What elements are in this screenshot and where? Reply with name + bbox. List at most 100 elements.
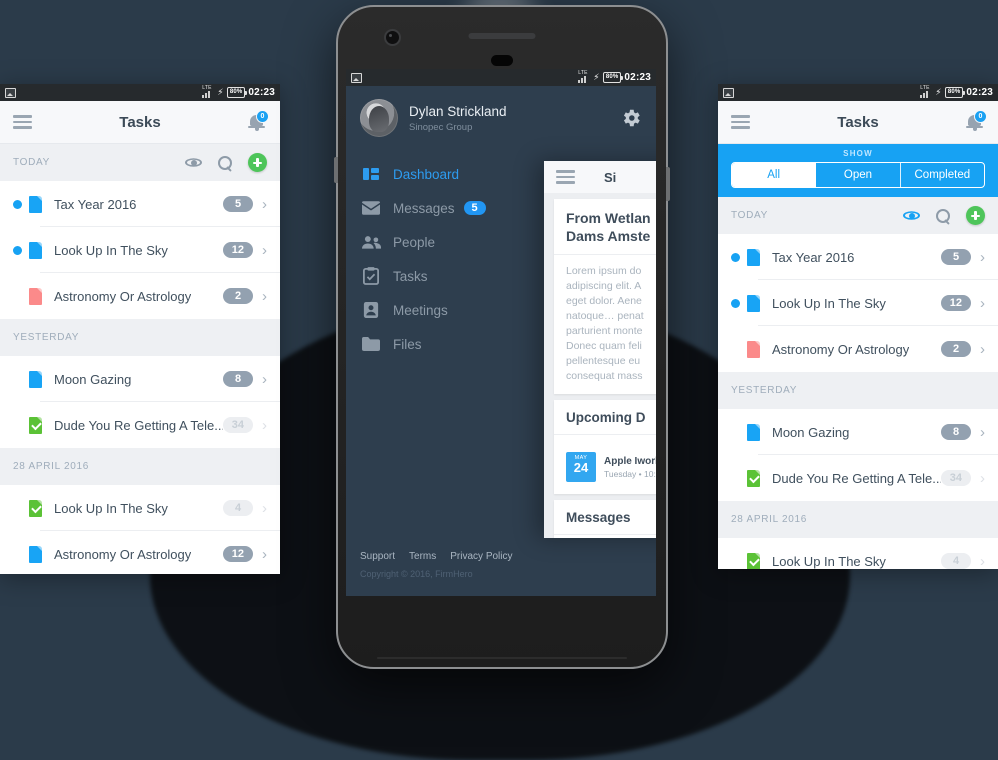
chevron-right-icon[interactable]: ›: [980, 425, 985, 440]
chevron-right-icon[interactable]: ›: [980, 342, 985, 357]
task-count-badge: 2: [941, 341, 971, 357]
task-row[interactable]: Dude You Re Getting A Tele... 34 ›: [718, 455, 998, 501]
chevron-right-icon[interactable]: ›: [262, 501, 267, 516]
chevron-right-icon[interactable]: ›: [262, 243, 267, 258]
task-status-icon-blue: [29, 545, 42, 563]
show-label: SHOW: [843, 149, 873, 158]
task-status-icon-blue: [747, 294, 760, 312]
volume-button[interactable]: [334, 157, 338, 183]
footer-link-terms[interactable]: Terms: [409, 551, 436, 562]
task-count-badge: 8: [223, 371, 253, 387]
search-icon[interactable]: [218, 155, 232, 170]
messages-card[interactable]: Messages Mark Rivers Life Advice L: [554, 500, 656, 538]
date-chip: MAY 24: [566, 452, 596, 482]
chevron-right-icon[interactable]: ›: [980, 250, 985, 265]
chevron-right-icon[interactable]: ›: [262, 372, 267, 387]
add-icon[interactable]: [966, 206, 985, 225]
upcoming-card[interactable]: Upcoming D MAY 24 Apple Iwork Tuesday • …: [554, 400, 656, 494]
task-name: Astronomy Or Astrology: [54, 288, 192, 304]
task-row[interactable]: Dude You Re Getting A Tele... 34 ›: [0, 402, 280, 448]
task-status-icon-blue: [747, 248, 760, 266]
task-count-badge: 34: [222, 417, 253, 433]
nav-item-label: Messages: [393, 200, 455, 216]
task-row[interactable]: Moon Gazing 8 ›: [0, 356, 280, 402]
task-row[interactable]: Moon Gazing 8 ›: [718, 409, 998, 455]
status-left-group: [351, 72, 362, 83]
bell-icon[interactable]: 0: [965, 110, 987, 133]
unread-dot: [13, 421, 22, 430]
task-row[interactable]: Look Up In The Sky 4 ›: [0, 485, 280, 531]
task-status-icon-complete: [29, 416, 42, 434]
divider: [554, 254, 656, 255]
filter-option-open[interactable]: Open: [816, 163, 901, 187]
eye-icon[interactable]: [903, 210, 920, 221]
unread-dot: [731, 345, 740, 354]
task-meta: 12 ›: [222, 242, 267, 258]
task-row[interactable]: Tax Year 2016 5 ›: [718, 234, 998, 280]
chevron-right-icon[interactable]: ›: [980, 296, 985, 311]
task-status-icon-blue: [29, 370, 42, 388]
power-button[interactable]: [666, 167, 670, 201]
right-screen-panel: LTE ⚡ 80% 02:23 Tasks 0 SHOW All Open Comp…: [718, 84, 998, 569]
task-row[interactable]: Astronomy Or Astrology 2 ›: [0, 273, 280, 319]
task-count-badge: 4: [941, 553, 971, 569]
status-right-group: LTE ⚡ 80% 02:23: [202, 86, 275, 98]
chevron-right-icon[interactable]: ›: [262, 289, 267, 304]
status-left-group: [723, 87, 734, 98]
task-name: Dude You Re Getting A Tele...: [54, 417, 223, 433]
event-row[interactable]: MAY 24 Apple Iwork Tuesday • 10:: [566, 444, 656, 484]
add-icon[interactable]: [248, 153, 267, 172]
filter-segmented-control[interactable]: All Open Completed: [731, 162, 985, 188]
chevron-right-icon[interactable]: ›: [980, 554, 985, 569]
earpiece-speaker: [468, 33, 536, 39]
battery-level: 80%: [944, 87, 965, 98]
footer-link-privacy-policy[interactable]: Privacy Policy: [450, 551, 512, 562]
task-count-badge: 34: [940, 470, 971, 486]
task-list: Moon Gazing 8 › Dude You Re Getting A Tele.…: [718, 409, 998, 501]
search-icon[interactable]: [936, 208, 950, 223]
chevron-right-icon[interactable]: ›: [980, 471, 985, 486]
task-row[interactable]: Look Up In The Sky 12 ›: [718, 280, 998, 326]
phone-device: LTE ⚡ 80% 02:23 Dylan Strickland Sinopec…: [334, 5, 670, 669]
hamburger-icon[interactable]: [556, 170, 575, 184]
chevron-right-icon[interactable]: ›: [262, 547, 267, 562]
task-row[interactable]: Look Up In The Sky 12 ›: [0, 227, 280, 273]
signal-bars: [578, 75, 590, 83]
task-list: Look Up In The Sky 4 ›: [718, 538, 998, 569]
front-camera-icon: [384, 29, 401, 46]
eye-icon[interactable]: [185, 157, 202, 168]
task-status-icon-blue: [747, 423, 760, 441]
task-row[interactable]: Astronomy Or Astrology 2 ›: [718, 326, 998, 372]
bell-badge: 0: [256, 110, 269, 123]
task-meta: 12 ›: [222, 546, 267, 562]
task-meta: 4 ›: [941, 553, 985, 569]
task-list: Moon Gazing 8 › Dude You Re Getting A Tele.…: [0, 356, 280, 448]
section-header: 28 APRIL 2016: [0, 448, 280, 485]
nav-item-label: Meetings: [393, 302, 448, 318]
task-row[interactable]: Look Up In The Sky 4 ›: [718, 538, 998, 569]
chevron-right-icon[interactable]: ›: [262, 418, 267, 433]
hamburger-icon[interactable]: [13, 115, 32, 129]
task-row[interactable]: Tax Year 2016 5 ›: [0, 181, 280, 227]
copyright-label: Copyright © 2016, FirmHero: [360, 569, 473, 579]
footer-link-support[interactable]: Support: [360, 551, 395, 562]
task-meta: 8 ›: [223, 371, 267, 387]
gear-icon[interactable]: [620, 107, 642, 129]
phone-chin-line: [377, 657, 627, 659]
filter-option-all[interactable]: All: [732, 163, 817, 187]
app-bar-right: Tasks 0: [718, 101, 998, 144]
profile-header[interactable]: Dylan Strickland Sinopec Group: [346, 86, 656, 149]
task-row[interactable]: Astronomy Or Astrology 12 ›: [0, 531, 280, 574]
task-meta: 2 ›: [223, 288, 267, 304]
image-icon: [5, 87, 16, 98]
app-bar-left: Tasks 0: [0, 101, 280, 144]
bell-icon[interactable]: 0: [247, 110, 269, 133]
article-card[interactable]: From Wetlan Dams Amste Lorem ipsum do adip…: [554, 199, 656, 394]
filter-option-completed[interactable]: Completed: [901, 163, 984, 187]
unread-dot: [13, 245, 22, 255]
battery-level: 80%: [602, 72, 623, 83]
chevron-right-icon[interactable]: ›: [262, 197, 267, 212]
hamburger-icon[interactable]: [731, 115, 750, 129]
task-count-badge: 12: [222, 242, 253, 258]
messages-title: Messages: [566, 510, 631, 525]
